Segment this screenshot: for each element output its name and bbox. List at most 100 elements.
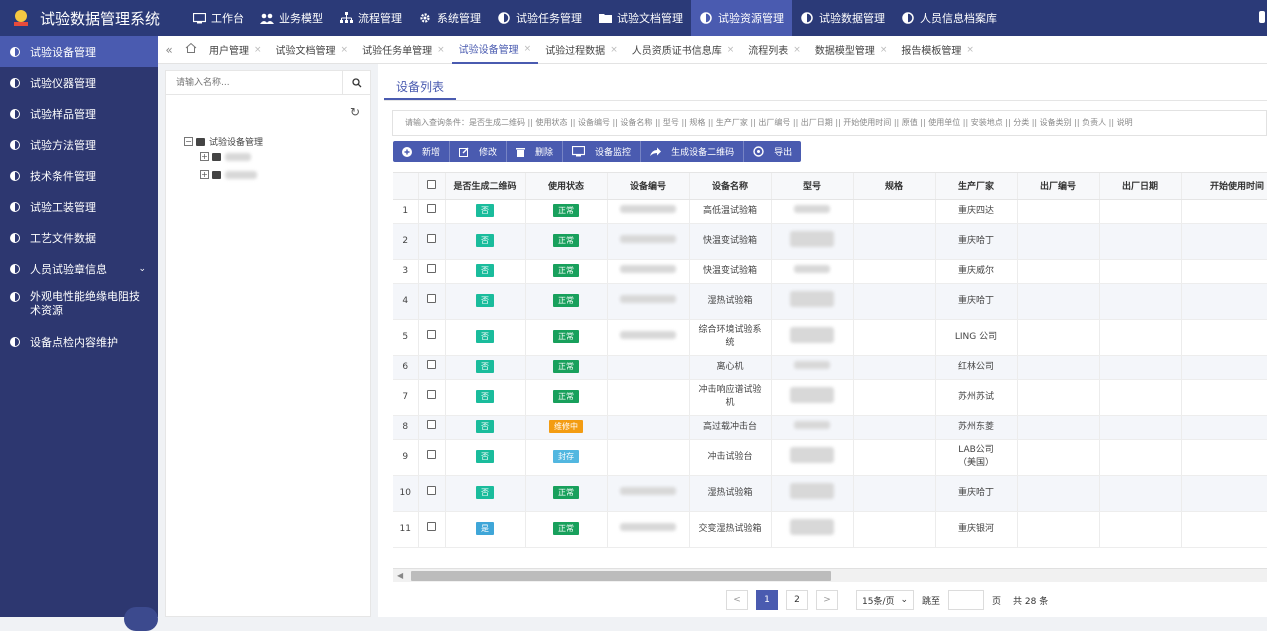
row-checkbox[interactable] xyxy=(427,234,436,243)
tab-7[interactable]: 流程列表 × xyxy=(741,36,808,64)
tab-9[interactable]: 报告模板管理 × xyxy=(894,36,981,64)
close-icon[interactable]: × xyxy=(254,45,262,55)
column-header-7[interactable]: 生产厂家 xyxy=(935,173,1018,200)
table-row[interactable]: 9 否 封存 冲击试验台 LAB公司 （美国） xyxy=(393,439,1267,476)
close-icon[interactable]: × xyxy=(793,45,801,55)
table-row[interactable]: 8 否 维修中 高过载冲击台 苏州东菱 xyxy=(393,415,1267,440)
column-header-2[interactable]: 使用状态 xyxy=(525,173,608,200)
row-select-cell[interactable] xyxy=(418,415,446,440)
row-checkbox[interactable] xyxy=(427,486,436,495)
column-header-9[interactable]: 出厂日期 xyxy=(1099,173,1182,200)
toolbar-button-6[interactable]: 导出 xyxy=(744,141,801,162)
tab-1[interactable]: 用户管理 × xyxy=(202,36,269,64)
row-checkbox[interactable] xyxy=(427,330,436,339)
topnav-item-3[interactable]: 流程管理 xyxy=(331,0,410,36)
table-row[interactable]: 6 否 正常 离心机 红林公司 xyxy=(393,355,1267,380)
table-row[interactable]: 1 否 正常 高低温试验箱 重庆四达 xyxy=(393,199,1267,224)
tree-node-child[interactable]: + xyxy=(200,170,257,179)
horizontal-scrollbar[interactable]: ◀ xyxy=(393,568,1267,582)
toolbar-button-3[interactable]: 删除 xyxy=(507,141,564,162)
table-row[interactable]: 10 否 正常 湿热试验箱 重庆哈丁 xyxy=(393,475,1267,512)
prev-page-button[interactable]: < xyxy=(726,590,748,610)
toolbar-button-4[interactable]: 设备监控 xyxy=(563,141,642,162)
row-checkbox[interactable] xyxy=(427,204,436,213)
table-row[interactable]: 7 否 正常 冲击响应谱试验机 苏州苏试 xyxy=(393,379,1267,416)
row-checkbox[interactable] xyxy=(427,420,436,429)
row-select-cell[interactable] xyxy=(418,319,446,356)
table-row[interactable]: 5 否 正常 综合环境试验系统 LING 公司 xyxy=(393,319,1267,356)
row-select-cell[interactable] xyxy=(418,475,446,512)
expand-icon[interactable]: + xyxy=(200,170,209,179)
page-1-button[interactable]: 1 xyxy=(756,590,778,610)
column-header-6[interactable]: 规格 xyxy=(853,173,936,200)
toolbar-button-2[interactable]: 修改 xyxy=(450,141,508,162)
collapse-icon[interactable]: − xyxy=(184,137,193,146)
user-menu-icon[interactable] xyxy=(1259,11,1265,23)
page-size-select[interactable]: 15条/页 ⌄ xyxy=(856,590,914,610)
topnav-item-2[interactable]: 业务模型 xyxy=(252,0,331,36)
sidebar-item-6[interactable]: 试验工装管理 xyxy=(0,191,158,222)
row-checkbox[interactable] xyxy=(427,294,436,303)
close-icon[interactable]: × xyxy=(966,45,974,55)
sidebar-item-5[interactable]: 技术条件管理 xyxy=(0,160,158,191)
row-select-cell[interactable] xyxy=(418,355,446,380)
topnav-item-4[interactable]: 系统管理 xyxy=(410,0,489,36)
close-icon[interactable]: × xyxy=(610,45,618,55)
row-select-cell[interactable] xyxy=(418,439,446,476)
select-all-checkbox[interactable] xyxy=(427,179,436,189)
row-select-cell[interactable] xyxy=(418,511,446,548)
tab-5[interactable]: 试验过程数据 × xyxy=(538,36,625,64)
close-icon[interactable]: × xyxy=(880,45,888,55)
row-checkbox[interactable] xyxy=(427,390,436,399)
scrollbar-thumb[interactable] xyxy=(411,571,831,581)
column-header-8[interactable]: 出厂编号 xyxy=(1017,173,1100,200)
topnav-item-9[interactable]: 人员信息档案库 xyxy=(893,0,1005,36)
row-checkbox[interactable] xyxy=(427,450,436,459)
refresh-icon[interactable]: ↻ xyxy=(350,105,360,119)
column-header-4[interactable]: 设备名称 xyxy=(689,173,772,200)
expand-icon[interactable]: + xyxy=(200,152,209,161)
row-checkbox[interactable] xyxy=(427,360,436,369)
row-select-cell[interactable] xyxy=(418,199,446,224)
close-icon[interactable]: × xyxy=(437,45,445,55)
sidebar-item-3[interactable]: 试验样品管理 xyxy=(0,98,158,129)
column-header-5[interactable]: 型号 xyxy=(771,173,854,200)
tree-search-button[interactable] xyxy=(342,71,370,94)
row-checkbox[interactable] xyxy=(427,522,436,531)
sidebar-item-8[interactable]: 人员试验章信息 ⌄ xyxy=(0,253,158,284)
row-checkbox[interactable] xyxy=(427,264,436,273)
toolbar-button-1[interactable]: 新增 xyxy=(393,141,451,162)
tab-3[interactable]: 试验任务单管理 × xyxy=(355,36,452,64)
tab-2[interactable]: 试验文档管理 × xyxy=(269,36,356,64)
sidebar-item-9[interactable]: 外观电性能绝缘电阻技术资源 xyxy=(0,284,158,326)
home-icon[interactable] xyxy=(180,42,202,57)
row-select-cell[interactable] xyxy=(418,223,446,260)
toolbar-button-5[interactable]: 生成设备二维码 xyxy=(641,141,745,162)
tree-node-child[interactable]: + xyxy=(200,152,251,161)
row-select-cell[interactable] xyxy=(418,283,446,320)
tabs-scroll-left-icon[interactable]: « xyxy=(158,43,180,57)
sidebar-item-1[interactable]: 试验设备管理 xyxy=(0,36,158,67)
column-header-3[interactable]: 设备编号 xyxy=(607,173,690,200)
column-header-10[interactable]: 开始使用时间 xyxy=(1181,173,1267,200)
query-conditions-input[interactable]: 请输入查询条件：是否生成二维码 || 使用状态 || 设备编号 || 设备名称 … xyxy=(392,110,1267,136)
page-jump-input[interactable] xyxy=(948,590,985,610)
sidebar-item-4[interactable]: 试验方法管理 xyxy=(0,129,158,160)
topnav-item-7[interactable]: 试验资源管理 xyxy=(691,0,793,36)
sidebar-item-7[interactable]: 工艺文件数据 xyxy=(0,222,158,253)
section-tab-equipment-list[interactable]: 设备列表 xyxy=(384,76,456,100)
tree-node-root[interactable]: − 试验设备管理 xyxy=(184,135,263,148)
close-icon[interactable]: × xyxy=(524,44,532,54)
close-icon[interactable]: × xyxy=(341,45,349,55)
scroll-left-arrow-icon[interactable]: ◀ xyxy=(397,571,403,580)
table-row[interactable]: 4 否 正常 湿热试验箱 重庆哈丁 xyxy=(393,283,1267,320)
sidebar-item-2[interactable]: 试验仪器管理 xyxy=(0,67,158,98)
sidebar-collapse-handle[interactable] xyxy=(124,607,158,631)
next-page-button[interactable]: > xyxy=(816,590,838,610)
sidebar-item-10[interactable]: 设备点检内容维护 xyxy=(0,326,158,357)
topnav-item-8[interactable]: 试验数据管理 xyxy=(792,0,893,36)
page-2-button[interactable]: 2 xyxy=(786,590,808,610)
row-select-cell[interactable] xyxy=(418,259,446,284)
header-select-all[interactable] xyxy=(418,173,446,200)
column-header-1[interactable]: 是否生成二维码 xyxy=(445,173,526,200)
